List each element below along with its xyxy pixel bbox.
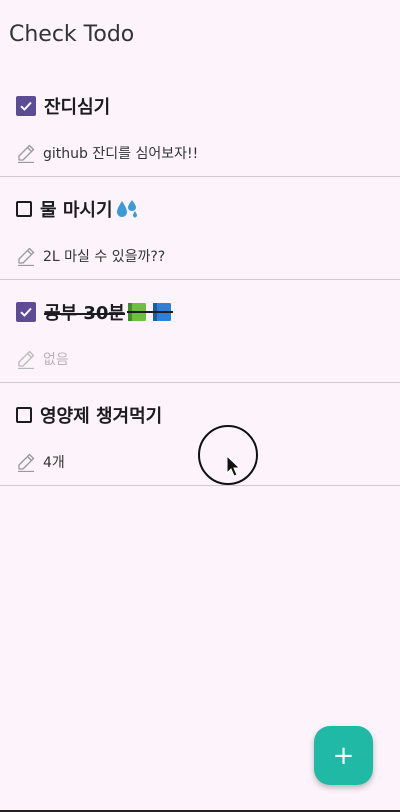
todo-title: 물 마시기 (40, 200, 113, 221)
todo-memo-row: github 잔디를 심어보자!! (16, 142, 198, 164)
check-icon (20, 101, 32, 111)
todo-title: 잔디심기 (44, 97, 111, 118)
todo-title-row: 물 마시기 (16, 197, 139, 221)
pencil-icon[interactable] (16, 349, 36, 369)
todo-memo-row: 2L 마실 수 있을까?? (16, 245, 165, 267)
books-emoji (127, 301, 173, 323)
pencil-icon[interactable] (16, 143, 36, 163)
todo-memo-row: 4개 (16, 451, 65, 473)
todo-item: 영양제 챙겨먹기 4개 (0, 383, 400, 486)
todo-memo: github 잔디를 심어보자!! (43, 146, 199, 162)
todo-title: 영양제 챙겨먹기 (40, 406, 163, 427)
todo-item: 물 마시기 2L 마실 수 있을까?? (0, 177, 400, 280)
checkbox-checked[interactable] (16, 302, 36, 322)
checkbox-unchecked[interactable] (16, 407, 32, 423)
todo-memo: 없음 (43, 352, 69, 368)
todo-memo: 2L 마실 수 있을까?? (43, 249, 166, 265)
todo-memo: 4개 (43, 455, 65, 471)
pencil-icon[interactable] (16, 246, 36, 266)
todo-item: 잔디심기 github 잔디를 심어보자!! (0, 74, 400, 177)
check-icon (20, 307, 32, 317)
todo-title-row: 잔디심기 (16, 94, 110, 118)
todo-title: 공부 30분 (44, 303, 125, 324)
todo-item: 공부 30분 없음 (0, 280, 400, 383)
app-title: Check Todo (9, 22, 135, 47)
todo-list: 잔디심기 github 잔디를 심어보자!! 물 마시기 2L 마실 수 있을까… (0, 74, 400, 486)
pencil-icon[interactable] (16, 452, 36, 472)
todo-memo-row: 없음 (16, 348, 69, 370)
add-todo-button[interactable]: + (314, 726, 373, 785)
todo-title-row: 공부 30분 (16, 300, 173, 324)
app-bar: Check Todo (0, 0, 400, 70)
sweat-droplets-emoji (115, 198, 139, 220)
checkbox-checked[interactable] (16, 96, 36, 116)
checkbox-unchecked[interactable] (16, 201, 32, 217)
plus-icon: + (332, 740, 355, 771)
todo-title-row: 영양제 챙겨먹기 (16, 403, 162, 427)
